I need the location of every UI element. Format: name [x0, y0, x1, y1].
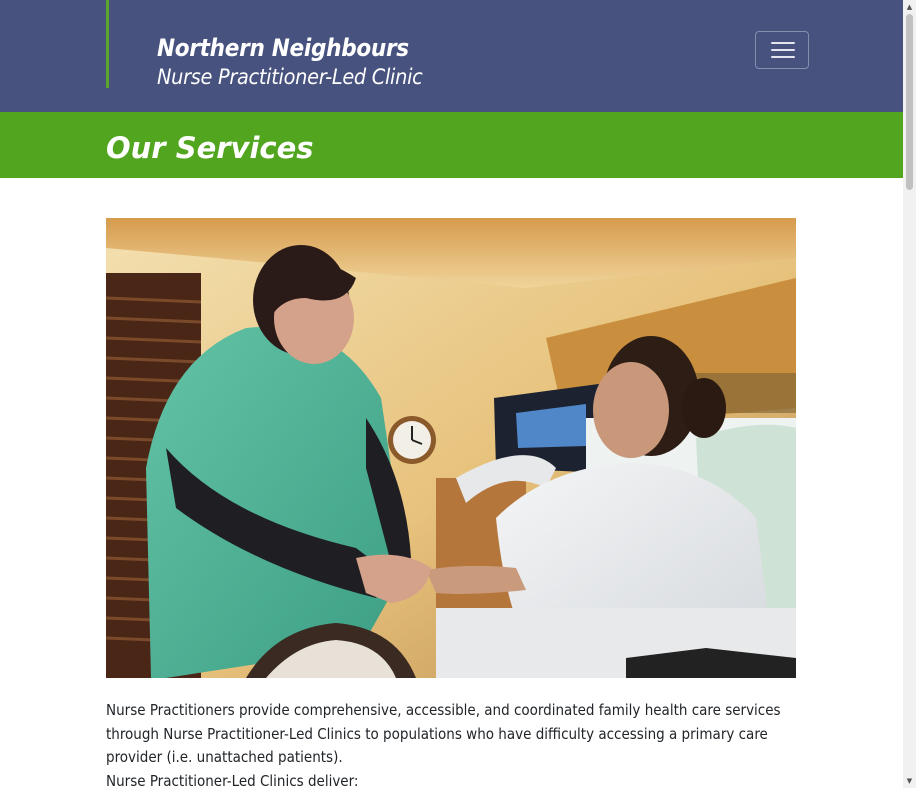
site-header: Northern Neighbours Nurse Practitioner-L… [0, 0, 903, 112]
logo-accent-bar [106, 0, 109, 88]
menu-toggle-button[interactable] [755, 31, 809, 69]
deliver-heading: Nurse Practitioner-Led Clinics deliver: [106, 770, 796, 793]
site-logo[interactable]: Northern Neighbours Nurse Practitioner-L… [157, 32, 423, 91]
intro-paragraph: Nurse Practitioners provide comprehensiv… [106, 699, 796, 770]
hamburger-menu-icon [771, 42, 795, 44]
scroll-up-arrow-icon[interactable]: ▲ [903, 0, 916, 14]
page-title: Our Services [106, 128, 314, 168]
logo-subtitle: Nurse Practitioner-Led Clinic [157, 65, 423, 91]
scroll-down-arrow-icon[interactable]: ▼ [903, 774, 916, 788]
hero-image [106, 218, 796, 678]
services-content: Nurse Practitioners provide comprehensiv… [106, 699, 796, 793]
scrollbar-thumb[interactable] [906, 14, 913, 190]
vertical-scrollbar[interactable]: ▲ ▼ [903, 0, 916, 788]
logo-title: Northern Neighbours [157, 32, 423, 65]
